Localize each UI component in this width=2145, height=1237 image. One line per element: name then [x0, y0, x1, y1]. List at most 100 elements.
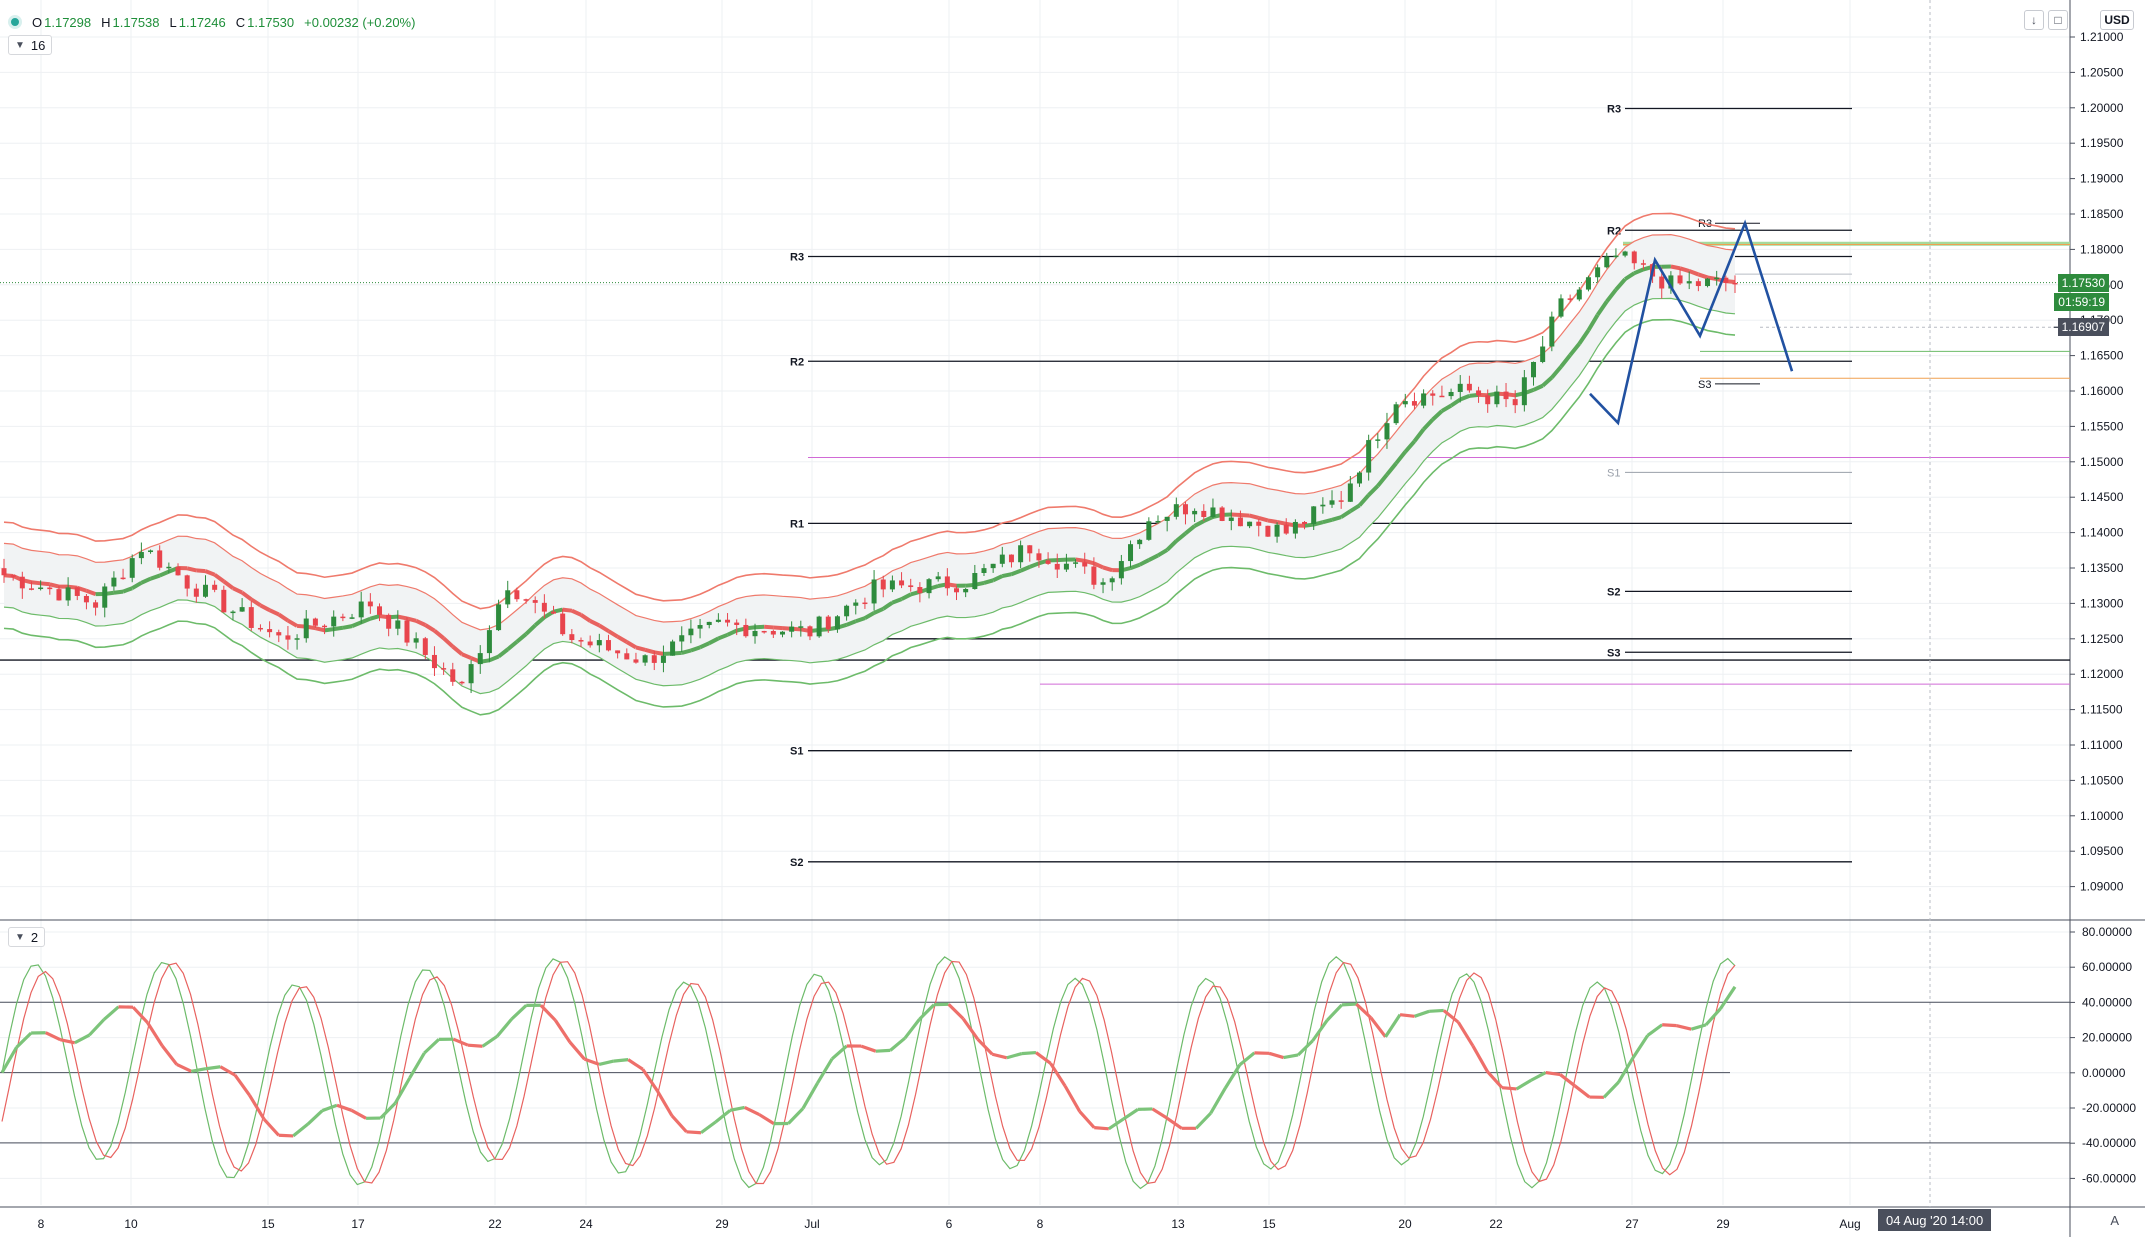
rsi-line	[801, 1082, 819, 1110]
price-axis-label: 1.15000	[2080, 455, 2124, 469]
candle-body	[1576, 289, 1582, 300]
rsi-line	[903, 1018, 921, 1040]
candle-body	[1714, 277, 1720, 280]
candle-body	[1476, 390, 1482, 396]
candle-body	[770, 631, 776, 635]
rsi-line	[59, 1038, 76, 1045]
candle-body	[587, 641, 593, 646]
rsi-line	[233, 1074, 251, 1097]
chart-canvas[interactable]: 1.21000 1.20500 1.20000 1.19500 1.19000 1.185…	[0, 0, 2145, 1237]
candle-body	[468, 664, 474, 684]
basis-line	[333, 625, 344, 632]
candle-body	[1686, 281, 1692, 284]
rsi-line	[495, 1017, 513, 1038]
candle-body	[1302, 521, 1308, 525]
candle-body	[1247, 521, 1253, 527]
candle-body	[1695, 281, 1701, 287]
candle-body	[688, 628, 694, 636]
candle-body	[1503, 391, 1509, 400]
rsi-line	[1268, 1051, 1284, 1060]
basis-line	[186, 566, 197, 573]
rsi-line	[613, 1058, 629, 1063]
candle-body	[935, 576, 941, 580]
candle-body	[1393, 404, 1399, 424]
osc-axis-label: 80.00000	[2082, 925, 2132, 939]
rsi-line	[1530, 1071, 1547, 1082]
candle-body	[807, 626, 813, 637]
time-axis-label: Jul	[804, 1217, 819, 1231]
candle-body	[981, 568, 987, 573]
candle-body	[706, 621, 712, 626]
pivot-label: S1	[790, 746, 803, 758]
candle-body	[1008, 554, 1014, 563]
high-value: 1.17538	[112, 14, 160, 30]
rsi-line	[1602, 1081, 1620, 1099]
auto-scale-button[interactable]: A	[2110, 1213, 2119, 1228]
download-button[interactable]: ↓	[2024, 10, 2044, 30]
candle-body	[1228, 517, 1234, 521]
candle-body	[1173, 504, 1179, 517]
basis-line	[773, 625, 783, 631]
candle-body	[496, 604, 502, 631]
basis-line	[764, 624, 774, 630]
rsi-line	[889, 1036, 906, 1052]
candle-body	[1512, 399, 1518, 406]
candle-body	[1073, 562, 1079, 564]
candle-body	[743, 624, 749, 637]
maximize-icon: □	[2054, 13, 2062, 27]
price-axis-label: 1.20500	[2080, 65, 2124, 79]
basis-line	[1240, 513, 1250, 518]
rsi-line	[205, 1065, 221, 1071]
candle-body	[899, 580, 905, 586]
rsi-line	[262, 1118, 280, 1137]
candle-body	[1531, 361, 1537, 378]
candle-body	[972, 572, 978, 590]
rsi-line	[758, 1113, 775, 1126]
candle-body	[230, 611, 236, 614]
candle-body	[624, 653, 630, 660]
basis-line	[1331, 515, 1342, 522]
rsi-line	[568, 1041, 586, 1061]
candle-body	[1063, 563, 1069, 570]
currency-button[interactable]: USD	[2100, 10, 2134, 30]
basis-line	[1276, 520, 1287, 526]
candle-body	[734, 622, 740, 625]
candle-body	[248, 607, 254, 628]
candle-body	[148, 550, 154, 553]
maximize-button[interactable]: □	[2048, 10, 2068, 30]
rsi-line	[976, 1038, 994, 1056]
chevron-down-icon: ▼	[15, 39, 25, 51]
candle-body	[175, 566, 181, 576]
pivot-label: R2	[790, 356, 804, 368]
candle-body	[377, 606, 383, 615]
rsi-line	[1662, 1023, 1677, 1028]
basis-line	[1102, 565, 1113, 573]
candle-body	[1265, 525, 1271, 537]
candle-body	[47, 587, 53, 590]
candle-body	[1100, 582, 1106, 585]
rsi-line	[1326, 1003, 1343, 1022]
price-axis-label: 1.21000	[2080, 30, 2124, 44]
candle-body	[459, 681, 465, 684]
candle-body	[65, 587, 71, 601]
indicators-collapse-button[interactable]: ▼ 16	[8, 35, 53, 55]
oscillator-collapse-button[interactable]: ▼ 2	[8, 927, 46, 947]
rsi-line	[219, 1065, 236, 1077]
price-axis-label: 1.14000	[2080, 526, 2124, 540]
rsi-line	[816, 1058, 834, 1084]
candle-body	[1384, 423, 1390, 440]
rsi-line	[146, 1021, 164, 1047]
candle-body	[212, 584, 218, 590]
candle-body	[193, 588, 199, 597]
rsi-line	[627, 1058, 644, 1071]
candle-body	[340, 616, 346, 619]
basis-line	[196, 568, 206, 574]
time-axis-label: 15	[1262, 1217, 1276, 1231]
open-value: 1.17298	[44, 14, 92, 30]
candle-body	[1567, 298, 1573, 300]
rsi-line	[379, 1102, 397, 1120]
candle-body	[825, 616, 831, 630]
candle-body	[431, 654, 437, 669]
price-axis-label: 1.12000	[2080, 667, 2124, 681]
price-axis-label: 1.14500	[2080, 490, 2124, 504]
